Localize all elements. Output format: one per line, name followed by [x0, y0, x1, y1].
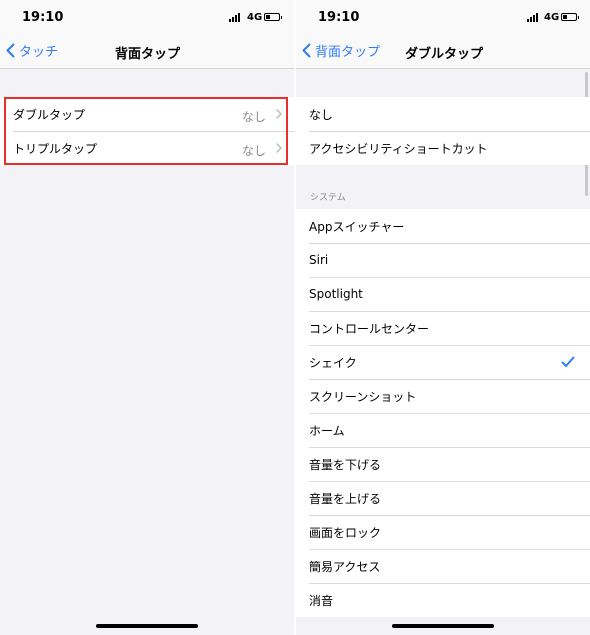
option-label: コントロールセンター [309, 321, 430, 336]
battery-icon [264, 13, 282, 21]
chevron-left-icon [6, 43, 15, 58]
nav-bar: 背面タップ ダブルタップ [296, 36, 590, 69]
battery-icon [561, 13, 579, 21]
left-screen: 19:10 4G タッチ 背面タップ ダブルタップ なし トリプルタップ なし [0, 0, 294, 635]
checkmark-icon [561, 356, 575, 367]
home-indicator [392, 624, 494, 628]
status-time: 19:10 [318, 10, 360, 25]
option-label: 簡易アクセス [309, 559, 381, 574]
option-label: Spotlight [309, 287, 363, 301]
option-label: 消音 [309, 593, 334, 608]
option-accessibility-shortcut[interactable]: アクセシビリティショートカット [296, 131, 590, 165]
option-control-center[interactable]: コントロールセンター [296, 311, 590, 345]
highlight-frame [4, 97, 288, 165]
option-volume-up[interactable]: 音量を上げる [296, 481, 590, 515]
nav-bar: タッチ 背面タップ [0, 36, 294, 69]
option-label: 音量を下げる [309, 457, 382, 472]
option-label: 画面をロック [309, 525, 382, 540]
page-title: ダブルタップ [405, 47, 484, 62]
back-label: タッチ [19, 45, 59, 60]
option-siri[interactable]: Siri [296, 243, 590, 277]
option-label: スクリーンショット [309, 389, 417, 404]
option-label: シェイク [309, 355, 357, 370]
home-indicator [96, 624, 198, 628]
option-label: なし [309, 107, 334, 122]
system-group: Appスイッチャー Siri Spotlight コントロールセンター シェイク… [296, 209, 590, 617]
option-lock-screen[interactable]: 画面をロック [296, 515, 590, 549]
option-screenshot[interactable]: スクリーンショット [296, 379, 590, 413]
back-button[interactable]: タッチ [6, 41, 58, 60]
option-home[interactable]: ホーム [296, 413, 590, 447]
status-bar: 19:10 4G [0, 0, 294, 36]
page-title: 背面タップ [115, 47, 181, 62]
option-shake[interactable]: シェイク [296, 345, 590, 379]
option-mute[interactable]: 消音 [296, 583, 590, 617]
signal-icon [527, 13, 538, 22]
back-label: 背面タップ [315, 45, 381, 60]
option-label: Siri [309, 253, 329, 267]
back-button[interactable]: 背面タップ [302, 41, 380, 60]
option-volume-down[interactable]: 音量を下げる [296, 447, 590, 481]
option-label: ホーム [309, 423, 345, 438]
option-label: 音量を上げる [309, 491, 382, 506]
section-header-system: システム [310, 193, 346, 203]
status-bar: 19:10 4G [296, 0, 590, 36]
option-spotlight[interactable]: Spotlight [296, 277, 590, 311]
right-screen: 19:10 4G 背面タップ ダブルタップ なし アクセシビリティショートカット… [296, 0, 590, 635]
network-label: 4G [247, 12, 263, 23]
signal-icon [229, 13, 240, 22]
option-reachability[interactable]: 簡易アクセス [296, 549, 590, 583]
option-label: Appスイッチャー [309, 219, 405, 234]
status-time: 19:10 [22, 10, 64, 25]
network-label: 4G [544, 12, 560, 23]
chevron-left-icon [302, 43, 311, 58]
option-label: アクセシビリティショートカット [309, 141, 488, 156]
action-group-top: なし アクセシビリティショートカット [296, 97, 590, 165]
option-none[interactable]: なし [296, 97, 590, 131]
option-app-switcher[interactable]: Appスイッチャー [296, 209, 590, 243]
